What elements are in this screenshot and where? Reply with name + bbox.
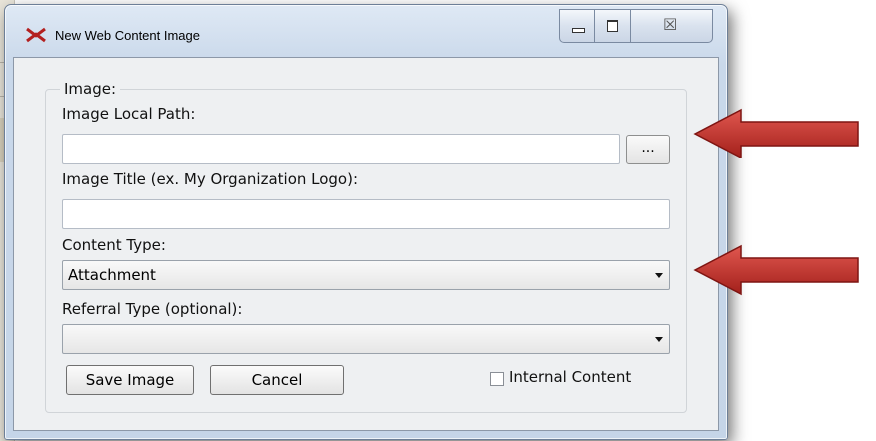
title-bar[interactable]: New Web Content Image ☒ [5, 5, 727, 57]
new-web-content-image-dialog: New Web Content Image ☒ Image: Image Loc… [4, 4, 728, 440]
app-logo-icon [26, 27, 46, 43]
internal-content-label: Internal Content [509, 368, 632, 386]
maximize-icon [607, 20, 618, 32]
dialog-content: Image: Image Local Path: ... Image Title… [13, 57, 719, 431]
window-title: New Web Content Image [55, 28, 200, 43]
image-group-label: Image: [60, 80, 121, 98]
referral-type-label: Referral Type (optional): [62, 300, 243, 318]
chevron-down-icon [655, 273, 663, 278]
maximize-button[interactable] [595, 9, 631, 43]
red-arrow-icon [693, 108, 859, 158]
referral-type-select[interactable] [62, 324, 670, 354]
close-icon: ☒ [663, 15, 678, 34]
image-title-label: Image Title (ex. My Organization Logo): [62, 170, 359, 188]
local-path-input[interactable] [62, 134, 620, 164]
content-type-value: Attachment [68, 266, 156, 284]
chevron-down-icon [655, 337, 663, 342]
local-path-label: Image Local Path: [62, 105, 196, 123]
cancel-button[interactable]: Cancel [210, 365, 344, 395]
content-type-select[interactable]: Attachment [62, 260, 670, 290]
image-title-input[interactable] [62, 199, 670, 229]
minimize-icon [572, 28, 585, 33]
internal-content-checkbox[interactable] [490, 372, 504, 386]
close-button[interactable]: ☒ [631, 9, 713, 43]
red-arrow-icon [693, 244, 859, 296]
browse-button[interactable]: ... [626, 135, 670, 164]
content-type-label: Content Type: [62, 236, 166, 254]
save-image-button[interactable]: Save Image [66, 365, 194, 395]
window-controls: ☒ [559, 9, 713, 45]
minimize-button[interactable] [559, 9, 595, 43]
